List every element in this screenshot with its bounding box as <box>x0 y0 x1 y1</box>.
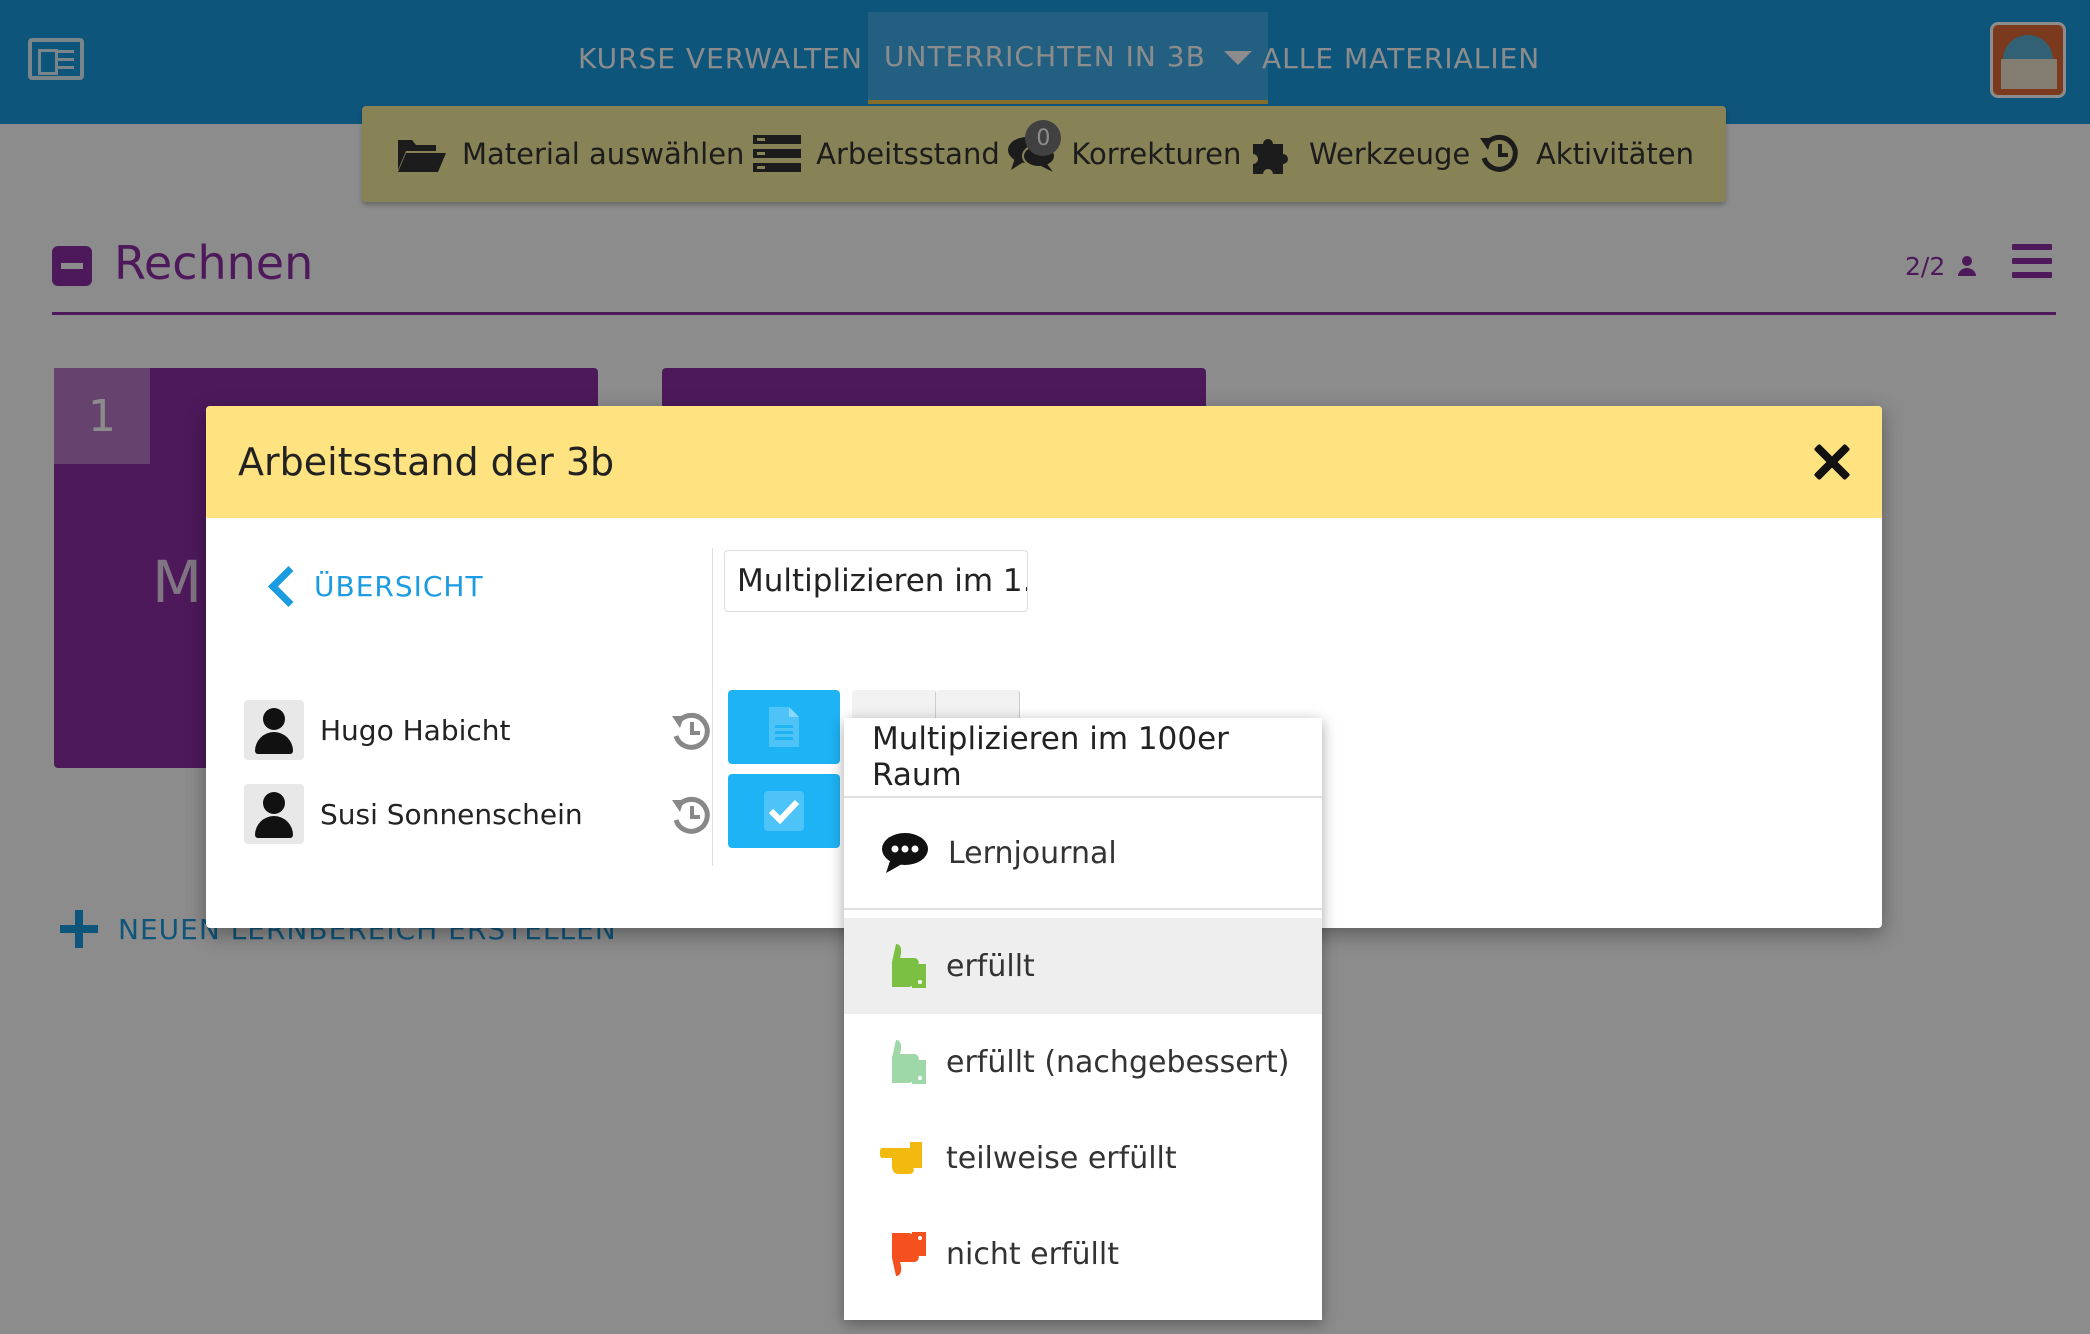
checkbox-checked-icon <box>764 791 804 831</box>
student-avatar-icon <box>244 700 304 760</box>
comment-dots-icon <box>882 833 928 873</box>
status-cell-checked[interactable] <box>728 774 840 848</box>
option-label: Lernjournal <box>948 835 1117 871</box>
document-icon <box>769 707 799 747</box>
student-avatar-icon <box>244 784 304 844</box>
dropdown-title: Multiplizieren im 100er Raum <box>844 718 1322 798</box>
thumbs-up-icon <box>892 944 926 988</box>
status-cell-document[interactable] <box>728 690 840 764</box>
student-name: Hugo Habicht <box>320 713 511 747</box>
close-icon[interactable] <box>1812 442 1852 482</box>
status-cell-header <box>852 690 936 720</box>
modal-header: Arbeitsstand der 3b <box>206 406 1882 518</box>
option-lernjournal[interactable]: Lernjournal <box>844 798 1322 910</box>
material-column-button[interactable]: Multiplizieren im 1... <box>724 550 1028 612</box>
option-label: erfüllt <box>946 948 1035 984</box>
hand-point-left-icon <box>880 1142 922 1174</box>
chevron-left-icon <box>266 566 294 606</box>
student-row[interactable]: Hugo Habicht <box>244 700 714 760</box>
option-label: nicht erfüllt <box>946 1236 1119 1272</box>
option-nicht-erfuellt[interactable]: nicht erfüllt <box>844 1206 1322 1302</box>
history-icon[interactable] <box>670 710 714 754</box>
option-label: teilweise erfüllt <box>946 1140 1177 1176</box>
rating-dropdown: Multiplizieren im 100er Raum Lernjournal… <box>844 718 1322 1320</box>
modal-title: Arbeitsstand der 3b <box>238 440 615 484</box>
option-teilweise-erfuellt[interactable]: teilweise erfüllt <box>844 1110 1322 1206</box>
overview-back-link[interactable]: ÜBERSICHT <box>266 566 484 606</box>
thumbs-down-icon <box>892 1232 926 1276</box>
option-erfuellt[interactable]: erfüllt <box>844 918 1322 1014</box>
student-row[interactable]: Susi Sonnenschein <box>244 784 714 844</box>
history-icon[interactable] <box>670 794 714 838</box>
option-label: erfüllt (nachgebessert) <box>946 1044 1290 1080</box>
thumbs-up-icon <box>892 1040 926 1084</box>
option-erfuellt-nachgebessert[interactable]: erfüllt (nachgebessert) <box>844 1014 1322 1110</box>
status-cell-header <box>936 690 1020 720</box>
student-name: Susi Sonnenschein <box>320 797 583 831</box>
back-label: ÜBERSICHT <box>314 569 484 603</box>
